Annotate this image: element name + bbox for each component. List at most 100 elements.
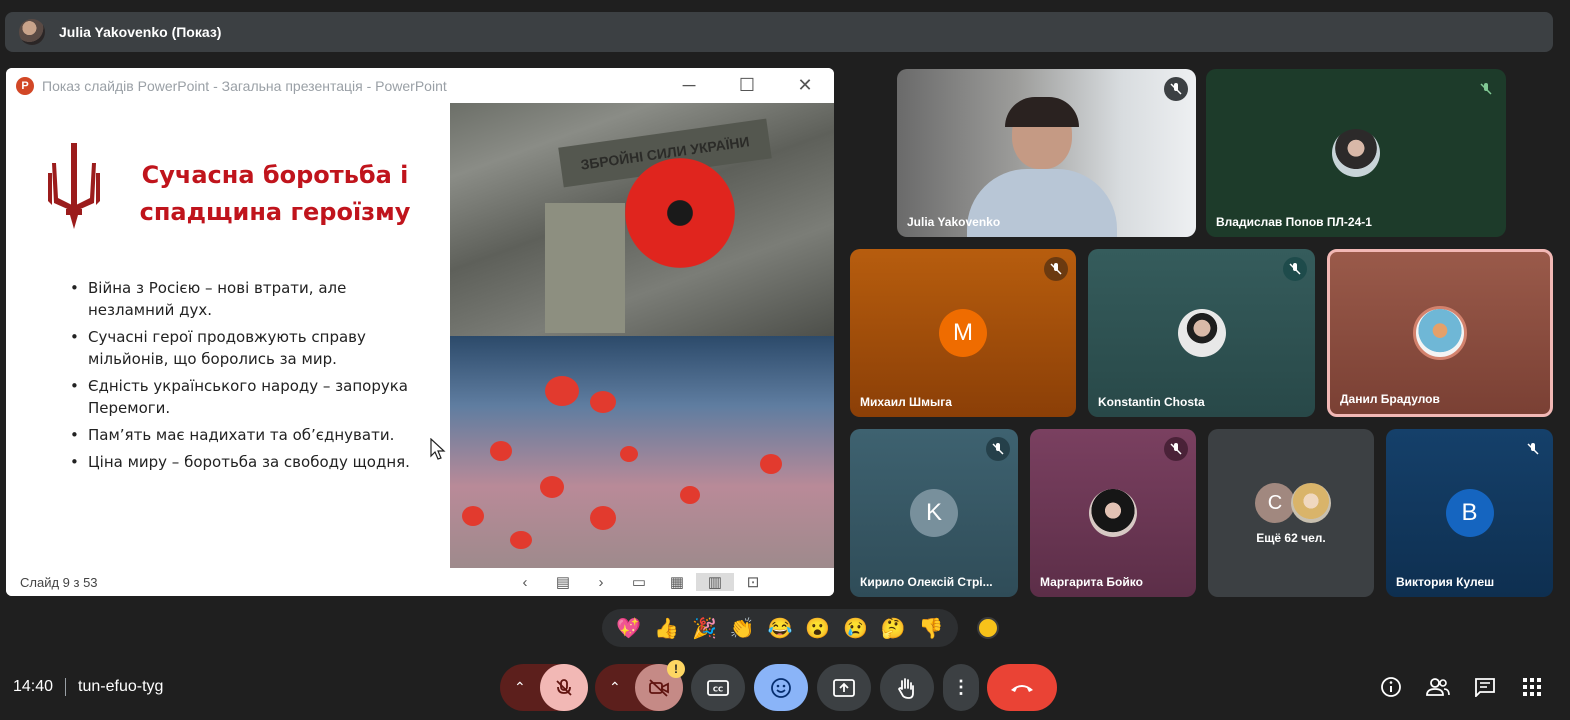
presenter-bar: Julia Yakovenko (Показ) bbox=[5, 12, 1553, 52]
participant-tile[interactable]: B Виктория Кулеш bbox=[1386, 429, 1553, 597]
thumbs-up-reaction[interactable]: 👍 bbox=[654, 616, 679, 641]
call-end-icon bbox=[1011, 684, 1033, 692]
participant-tile[interactable]: M Михаил Шмыга bbox=[850, 249, 1076, 417]
slide-notes-icon[interactable]: ▤ bbox=[544, 573, 582, 591]
bullet-item: Пам’ять має надихати та об’єднувати. bbox=[70, 424, 410, 446]
slide-counter: Слайд 9 з 53 bbox=[20, 574, 98, 590]
laughing-reaction[interactable]: 😂 bbox=[767, 616, 792, 641]
microphone-toggle-button[interactable] bbox=[540, 664, 588, 711]
mic-muted-icon bbox=[1474, 77, 1498, 101]
poppy-flower bbox=[625, 158, 735, 268]
camera-off-icon bbox=[649, 678, 669, 697]
more-vert-icon: ⋮ bbox=[952, 677, 970, 697]
end-call-button[interactable] bbox=[987, 664, 1057, 711]
participant-avatar bbox=[1089, 489, 1137, 537]
mic-muted-icon bbox=[1283, 257, 1307, 281]
chat-icon bbox=[1475, 678, 1495, 697]
slide: Сучасна боротьба і спадщина героїзму Вій… bbox=[8, 103, 834, 568]
powerpoint-window: P Показ слайдів PowerPoint - Загальна пр… bbox=[6, 68, 834, 596]
reading-view-icon[interactable]: ▥ bbox=[696, 573, 734, 591]
warning-badge: ! bbox=[667, 660, 685, 678]
emoji-smile-icon bbox=[771, 677, 791, 698]
participant-avatar: K bbox=[910, 489, 958, 537]
mic-muted-icon bbox=[986, 437, 1010, 461]
captions-button[interactable]: CC bbox=[691, 664, 745, 711]
skin-tone-picker[interactable] bbox=[977, 617, 999, 639]
captions-icon: CC bbox=[707, 679, 729, 696]
bullet-item: Війна з Росією – нові втрати, але незлам… bbox=[70, 277, 410, 321]
clapping-reaction[interactable]: 👏 bbox=[730, 616, 755, 641]
chat-button[interactable] bbox=[1470, 674, 1500, 700]
meeting-details-button[interactable] bbox=[1376, 674, 1406, 700]
apps-grid-icon bbox=[1523, 678, 1541, 696]
mouse-cursor-icon bbox=[430, 438, 446, 460]
ppt-window-title: Показ слайдів PowerPoint - Загальна през… bbox=[42, 77, 447, 94]
presenter-avatar bbox=[19, 19, 45, 45]
participant-avatar: B bbox=[1445, 489, 1494, 537]
participant-name: Михаил Шмыга bbox=[860, 395, 952, 409]
sad-reaction[interactable]: 😢 bbox=[843, 616, 868, 641]
sparkling-heart-reaction[interactable]: 💖 bbox=[616, 616, 641, 641]
next-slide-icon[interactable]: › bbox=[582, 574, 620, 591]
normal-view-icon[interactable]: ▭ bbox=[620, 573, 658, 591]
trident-emblem bbox=[48, 143, 100, 229]
presenter-name: Julia Yakovenko (Показ) bbox=[59, 24, 222, 40]
present-screen-button[interactable] bbox=[817, 664, 871, 711]
powerpoint-icon: P bbox=[16, 76, 34, 95]
bullet-item: Єдність українського народу – запорука П… bbox=[70, 375, 410, 419]
more-options-button[interactable]: ⋮ bbox=[943, 664, 979, 711]
participant-tile-active-speaker[interactable]: Данил Брадулов bbox=[1327, 249, 1553, 417]
slide-title: Сучасна боротьба і спадщина героїзму bbox=[139, 161, 411, 226]
participant-tile[interactable]: Маргарита Бойко bbox=[1030, 429, 1196, 597]
participant-avatar bbox=[1413, 306, 1467, 360]
more-participants-tile[interactable]: C Ещё 62 чел. bbox=[1208, 429, 1374, 597]
activities-button[interactable] bbox=[1517, 674, 1547, 700]
thumbs-down-reaction[interactable]: 👎 bbox=[919, 616, 944, 641]
divider bbox=[65, 678, 67, 696]
participant-avatar: C bbox=[1255, 483, 1295, 523]
participant-tile[interactable]: Julia Yakovenko bbox=[897, 69, 1196, 237]
bullet-item: Ціна миру – боротьба за свободу щодня. bbox=[70, 451, 410, 473]
present-to-all-icon bbox=[833, 678, 855, 697]
raise-hand-button[interactable] bbox=[880, 664, 934, 711]
participant-name: Маргарита Бойко bbox=[1040, 575, 1143, 589]
maximize-icon[interactable]: ☐ bbox=[718, 68, 776, 103]
hand-icon bbox=[897, 677, 914, 699]
surprised-reaction[interactable]: 😮 bbox=[805, 616, 830, 641]
participant-tile[interactable]: K Кирило Олексій Стрі... bbox=[850, 429, 1018, 597]
poppy-field-photo bbox=[450, 336, 834, 568]
participant-name: Данил Брадулов bbox=[1340, 392, 1440, 406]
ppt-titlebar: P Показ слайдів PowerPoint - Загальна пр… bbox=[6, 68, 834, 103]
rank-insignia bbox=[545, 203, 625, 333]
bullet-item: Сучасні герої продовжують справу мільйон… bbox=[70, 326, 410, 370]
party-popper-reaction[interactable]: 🎉 bbox=[692, 616, 717, 641]
participant-name: Кирило Олексій Стрі... bbox=[860, 575, 993, 589]
close-icon[interactable]: ✕ bbox=[776, 68, 834, 103]
slideshow-icon[interactable]: ⊡ bbox=[734, 573, 772, 591]
participant-name: Владислав Попов ПЛ-24-1 bbox=[1216, 215, 1372, 229]
svg-text:CC: CC bbox=[713, 685, 723, 693]
participant-avatar bbox=[1177, 309, 1226, 357]
participant-avatar bbox=[1332, 129, 1380, 177]
participant-name: Konstantin Chosta bbox=[1098, 395, 1205, 409]
meeting-info: 14:40 tun-efuo-tyg bbox=[13, 678, 163, 696]
meeting-code: tun-efuo-tyg bbox=[78, 678, 164, 695]
participant-name: Julia Yakovenko bbox=[907, 215, 1001, 229]
participant-tile[interactable]: Konstantin Chosta bbox=[1088, 249, 1315, 417]
reactions-bar: 💖 👍 🎉 👏 😂 😮 😢 🤔 👎 bbox=[602, 609, 958, 647]
participant-name: Виктория Кулеш bbox=[1396, 575, 1495, 589]
reactions-button[interactable] bbox=[754, 664, 808, 711]
mic-muted-icon bbox=[1164, 437, 1188, 461]
slide-bullets: Війна з Росією – нові втрати, але незлам… bbox=[70, 277, 410, 478]
slide-text-area: Сучасна боротьба і спадщина героїзму Вій… bbox=[8, 103, 450, 568]
minimize-icon[interactable]: ─ bbox=[660, 68, 718, 103]
participant-tile[interactable]: Владислав Попов ПЛ-24-1 bbox=[1206, 69, 1506, 237]
mic-muted-icon bbox=[1164, 77, 1188, 101]
thinking-reaction[interactable]: 🤔 bbox=[881, 616, 906, 641]
mic-muted-icon bbox=[1521, 437, 1545, 461]
mic-muted-icon bbox=[1044, 257, 1068, 281]
slide-sorter-icon[interactable]: ▦ bbox=[658, 573, 696, 591]
chevron-up-icon: ⌃ bbox=[609, 679, 621, 695]
prev-slide-icon[interactable]: ‹ bbox=[506, 574, 544, 591]
people-button[interactable] bbox=[1423, 674, 1453, 700]
